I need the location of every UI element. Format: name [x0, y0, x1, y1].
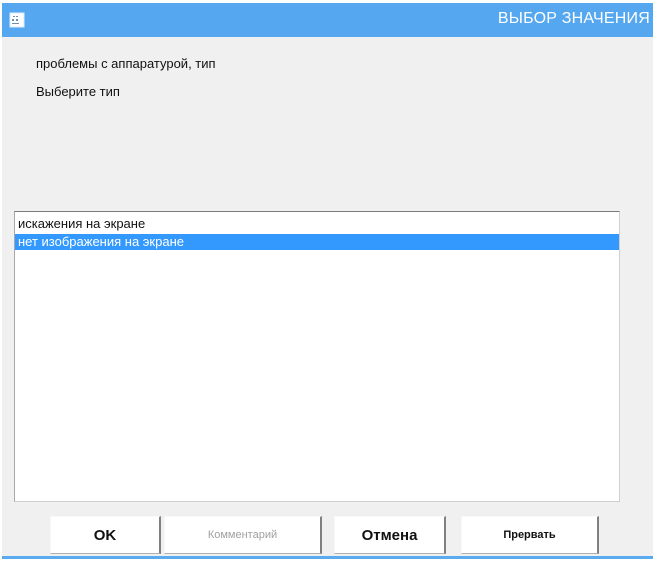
- list-item-no-image[interactable]: нет изображения на экране: [15, 234, 619, 250]
- cancel-button[interactable]: Отмена: [334, 516, 446, 554]
- prompt-instruction: Выберите тип: [36, 84, 120, 99]
- abort-button[interactable]: Прервать: [461, 516, 599, 554]
- value-selection-dialog: ВЫБОР ЗНАЧЕНИЯ проблемы с аппаратурой, т…: [2, 3, 653, 559]
- window-title: ВЫБОР ЗНАЧЕНИЯ: [497, 10, 650, 27]
- title-bar[interactable]: ВЫБОР ЗНАЧЕНИЯ: [2, 3, 653, 37]
- comment-button[interactable]: Комментарий: [164, 516, 322, 554]
- list-item-distortion[interactable]: искажения на экране: [15, 216, 619, 232]
- ok-button[interactable]: OK: [50, 516, 161, 554]
- app-menu-icon[interactable]: [9, 12, 25, 28]
- window-bottom-border: [2, 556, 653, 559]
- type-listbox[interactable]: искажения на экране нет изображения на э…: [14, 211, 620, 502]
- prompt-field-name: проблемы с аппаратурой, тип: [36, 56, 216, 71]
